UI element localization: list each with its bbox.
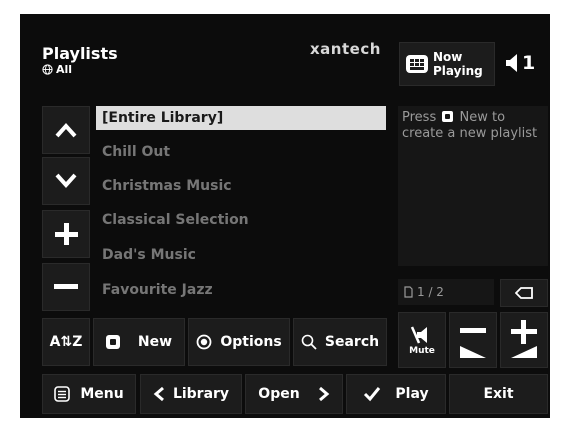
checkmark-icon [363, 386, 381, 402]
options-button[interactable]: Options [188, 318, 290, 366]
chevron-right-icon [318, 386, 330, 402]
now-playing-icon [406, 55, 428, 73]
app-screen: Playlists All xantech Now Playing 1 [Ent… [20, 14, 550, 418]
playlist-item[interactable]: Chill Out [96, 140, 386, 164]
open-label: Open [258, 386, 300, 402]
info-text-before: Press [402, 110, 437, 125]
options-icon [196, 334, 212, 350]
scroll-down-button[interactable] [42, 157, 90, 205]
filter-label: All [42, 63, 72, 76]
options-label: Options [220, 334, 282, 350]
sort-label: A⇅Z [49, 334, 83, 350]
search-button[interactable]: Search [293, 318, 387, 366]
search-label: Search [324, 334, 380, 350]
backspace-button[interactable] [500, 279, 548, 307]
exit-label: Exit [483, 386, 514, 402]
library-button[interactable]: Library [140, 374, 242, 414]
playlist-item[interactable]: Dad's Music [96, 243, 386, 267]
playlist-item[interactable]: [Entire Library] [96, 106, 386, 130]
info-panel: Press New to create a new playlist [398, 106, 548, 266]
plus-icon [54, 222, 78, 246]
globe-icon [42, 64, 53, 75]
page-number: 1 / 2 [417, 285, 444, 299]
brand-logo: xantech [310, 40, 381, 58]
minus-icon [54, 284, 78, 290]
page-indicator: 1 / 2 [398, 279, 494, 305]
menu-button[interactable]: Menu [42, 374, 136, 414]
backspace-icon [515, 287, 533, 299]
play-label: Play [395, 386, 429, 402]
zone-indicator: 1 [506, 52, 535, 74]
scroll-up-button[interactable] [42, 106, 90, 154]
chevron-down-icon [54, 173, 78, 189]
playlist-item[interactable]: Classical Selection [96, 208, 386, 232]
new-button[interactable]: New [93, 318, 185, 366]
now-playing-label: Now Playing [433, 50, 483, 78]
new-button-icon [442, 111, 454, 122]
search-icon [301, 334, 317, 350]
volume-down-button[interactable] [449, 312, 497, 368]
playlist-item[interactable]: Christmas Music [96, 174, 386, 198]
exit-button[interactable]: Exit [449, 374, 548, 414]
menu-icon [54, 386, 71, 402]
mute-icon [409, 324, 435, 346]
sort-button[interactable]: A⇅Z [42, 318, 90, 366]
volume-up-button[interactable] [500, 312, 548, 368]
library-label: Library [172, 386, 230, 402]
now-playing-button[interactable]: Now Playing [399, 42, 495, 86]
play-button[interactable]: Play [346, 374, 446, 414]
new-label: New [137, 334, 173, 350]
speaker-icon [506, 54, 518, 72]
page-icon [404, 286, 413, 298]
chevron-up-icon [54, 122, 78, 138]
add-button[interactable] [42, 210, 90, 258]
volume-up-icon [508, 320, 540, 360]
mute-label: Mute [409, 346, 435, 356]
volume-down-icon [457, 320, 489, 360]
remove-button[interactable] [42, 263, 90, 311]
new-icon [105, 335, 120, 349]
open-button[interactable]: Open [245, 374, 343, 414]
page-title: Playlists [42, 44, 118, 63]
chevron-left-icon [153, 386, 165, 402]
menu-label: Menu [80, 386, 124, 402]
zone-number: 1 [522, 52, 536, 74]
playlist-item[interactable]: Favourite Jazz [96, 278, 386, 302]
mute-button[interactable]: Mute [398, 312, 446, 368]
filter-value: All [56, 63, 73, 76]
